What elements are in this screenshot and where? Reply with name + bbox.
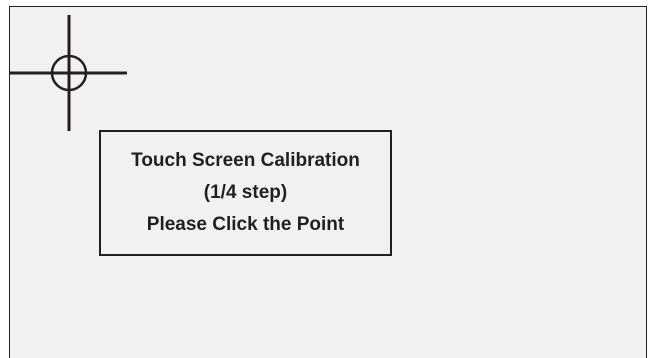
- calibration-step-indicator: (1/4 step): [203, 182, 288, 203]
- calibration-instruction: Please Click the Point: [146, 214, 345, 235]
- calibration-screen: Touch Screen Calibration (1/4 step) Plea…: [9, 6, 647, 358]
- calibration-title: Touch Screen Calibration: [131, 150, 360, 171]
- crosshair-target-icon[interactable]: [10, 7, 140, 137]
- calibration-message-box: Touch Screen Calibration (1/4 step) Plea…: [99, 130, 392, 256]
